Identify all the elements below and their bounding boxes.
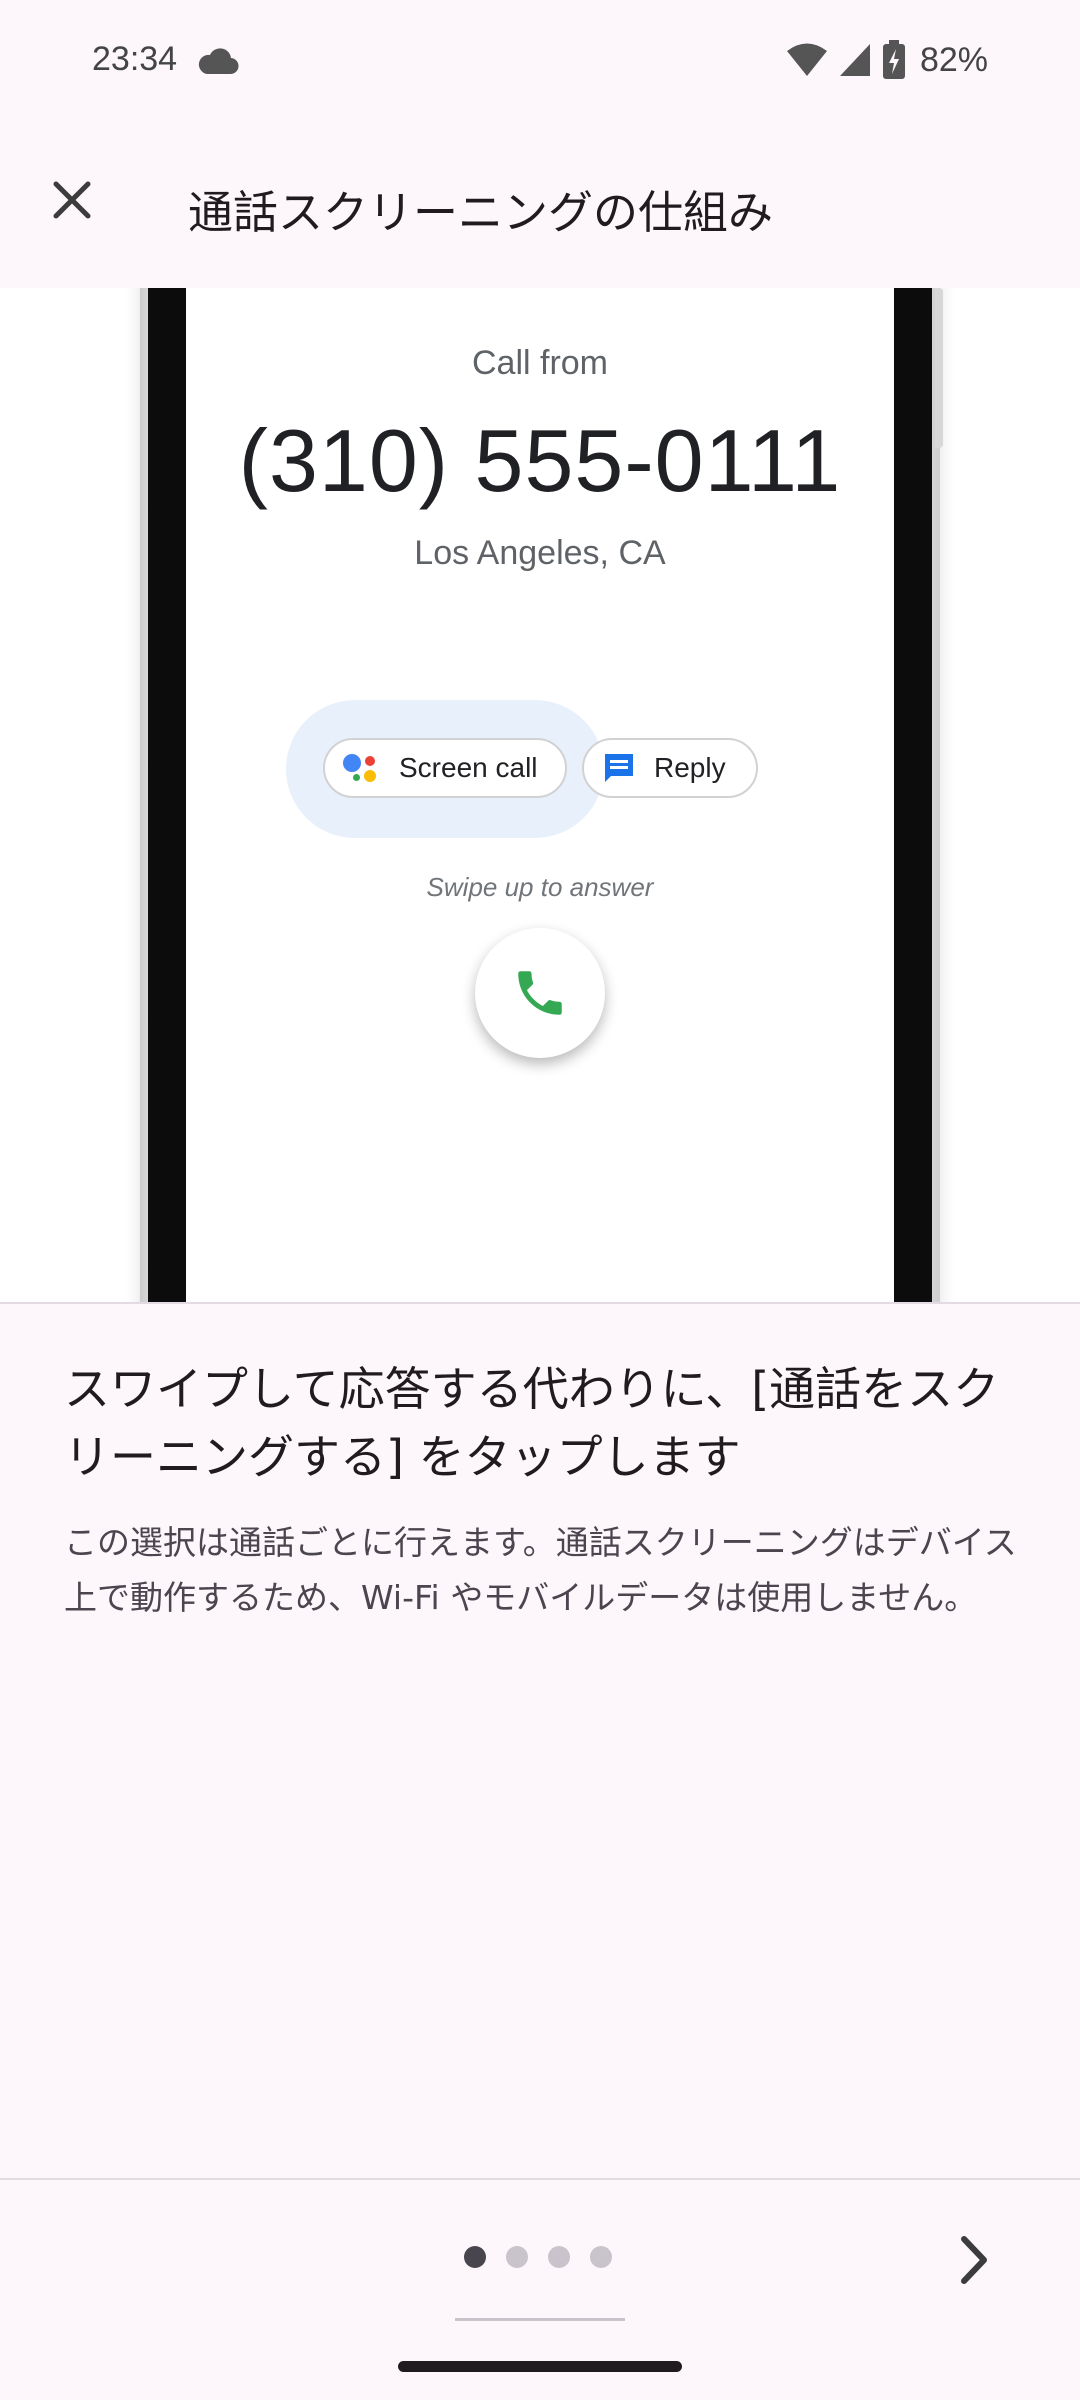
next-button[interactable] (940, 2226, 1008, 2294)
answer-call-button[interactable] (475, 928, 605, 1058)
call-screen-illustration: Call from (310) 555-0111 Los Angeles, CA… (0, 288, 1080, 1302)
reply-button[interactable]: Reply (582, 738, 758, 798)
cellular-signal-icon (839, 44, 870, 76)
page-indicator (464, 2246, 612, 2268)
caller-number: (310) 555-0111 (238, 411, 842, 510)
message-icon (605, 754, 633, 782)
instruction-heading: スワイプして応答する代わりに、[通話をスクリーニングする] をタップします (64, 1362, 1000, 1484)
page-dot-1 (464, 2246, 486, 2268)
status-icons: 82% (786, 36, 988, 84)
gesture-navigation-bar[interactable] (398, 2361, 682, 2372)
page-dot-3 (548, 2246, 570, 2268)
status-bar: 23:34 82% (0, 0, 1080, 124)
app-bar: 通話スクリーニングの仕組み (0, 124, 1080, 288)
reply-label: Reply (654, 752, 726, 783)
close-button[interactable] (36, 164, 108, 236)
caller-location: Los Angeles, CA (414, 534, 666, 572)
screen-call-label: Screen call (399, 752, 538, 783)
divider (0, 1302, 1080, 1304)
chevron-right-icon (961, 2236, 987, 2284)
google-assistant-icon (341, 748, 381, 788)
screen-call-button[interactable]: Screen call (323, 738, 567, 798)
phone-icon (518, 971, 562, 1015)
page-title: 通話スクリーニングの仕組み (188, 186, 774, 239)
close-icon (53, 181, 91, 219)
page-dot-2 (506, 2246, 528, 2268)
battery-percentage: 82% (919, 40, 988, 79)
page-dot-4 (590, 2246, 612, 2268)
instruction-body: この選択は通話ごとに行えます。通話スクリーニングはデバイス上で動作するため、Wi… (64, 1523, 1017, 1617)
swipe-hint: Swipe up to answer (426, 872, 654, 902)
wifi-icon (786, 43, 827, 76)
divider (0, 2178, 1080, 2180)
call-from-label: Call from (471, 344, 609, 382)
status-time: 23:34 (92, 40, 178, 78)
page-indicator-underline (455, 2318, 625, 2321)
cloud-icon (198, 48, 239, 75)
battery-charging-icon (882, 40, 905, 79)
